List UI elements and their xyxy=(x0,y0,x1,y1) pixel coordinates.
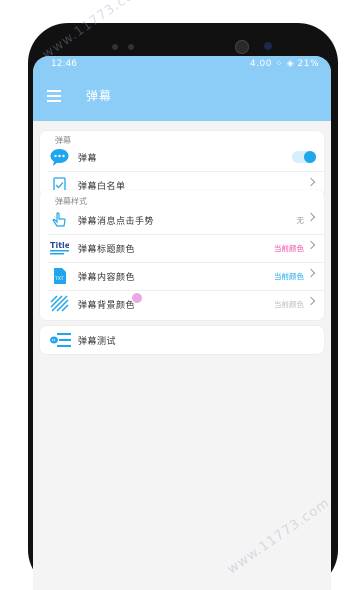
row-label: 弹幕背景颜色 xyxy=(78,301,136,311)
row-value: 当前颜色 xyxy=(274,272,304,281)
chevron-right-icon xyxy=(306,268,316,278)
chevron-right-icon xyxy=(306,177,316,187)
status-icons: 4.00 ⁘ ◈ 21% xyxy=(249,59,319,69)
stripes-icon xyxy=(50,295,69,313)
speaker-dot-icon xyxy=(128,44,134,50)
danmaku-test-card: 弹幕测试 xyxy=(40,326,324,354)
background-color-row[interactable]: 弹幕背景颜色 当前颜色 xyxy=(40,290,324,318)
row-label: 弹幕 xyxy=(78,154,98,164)
front-camera-icon xyxy=(235,40,249,54)
chevron-right-icon xyxy=(306,212,316,222)
content-color-row[interactable]: TXT 弹幕内容颜色 当前颜色 xyxy=(40,262,324,290)
danmaku-toggle-row[interactable]: 弹幕 xyxy=(40,143,324,171)
row-label: 弹幕标题颜色 xyxy=(78,245,136,255)
danmaku-card: 弹幕 弹幕 弹幕白名单 xyxy=(40,131,324,197)
chat-bubble-icon xyxy=(50,148,69,166)
menu-icon[interactable] xyxy=(47,90,61,102)
danmaku-toggle[interactable] xyxy=(292,151,316,163)
row-value: 当前颜色 xyxy=(274,244,304,253)
text-icon: TXT xyxy=(50,267,69,285)
danmaku-style-card: 弹幕样式 弹幕消息点击手势 无 Title 弹幕标题颜色 当前颜色 TXT 弹幕… xyxy=(40,190,324,320)
hand-tap-icon xyxy=(50,211,69,229)
svg-text:TXT: TXT xyxy=(54,276,64,282)
app-screen: 12:46 4.00 ⁘ ◈ 21% 弹幕 弹幕 弹幕 弹幕白名单 弹幕样式 弹… xyxy=(33,56,331,590)
tap-gesture-row[interactable]: 弹幕消息点击手势 无 xyxy=(40,206,324,234)
row-label: 弹幕内容颜色 xyxy=(78,273,136,283)
row-label: 弹幕消息点击手势 xyxy=(78,217,155,227)
row-value: 无 xyxy=(296,216,305,225)
chevron-right-icon xyxy=(306,296,316,306)
page-title: 弹幕 xyxy=(86,89,113,103)
title-color-row[interactable]: Title 弹幕标题颜色 当前颜色 xyxy=(40,234,324,262)
row-value: 当前颜色 xyxy=(274,300,304,309)
danmaku-test-icon xyxy=(50,331,71,349)
title-icon: Title xyxy=(50,239,71,257)
chevron-right-icon xyxy=(306,240,316,250)
svg-text:Title: Title xyxy=(50,241,69,250)
row-label: 弹幕测试 xyxy=(78,337,117,347)
touch-indicator xyxy=(132,293,142,303)
status-time: 12:46 xyxy=(51,59,77,69)
danmaku-test-row[interactable]: 弹幕测试 xyxy=(40,326,324,354)
speaker-dot-icon xyxy=(112,44,118,50)
status-bar: 12:46 4.00 ⁘ ◈ 21% xyxy=(33,56,331,74)
sensor-icon xyxy=(264,42,272,50)
app-bar: 弹幕 xyxy=(33,74,331,121)
